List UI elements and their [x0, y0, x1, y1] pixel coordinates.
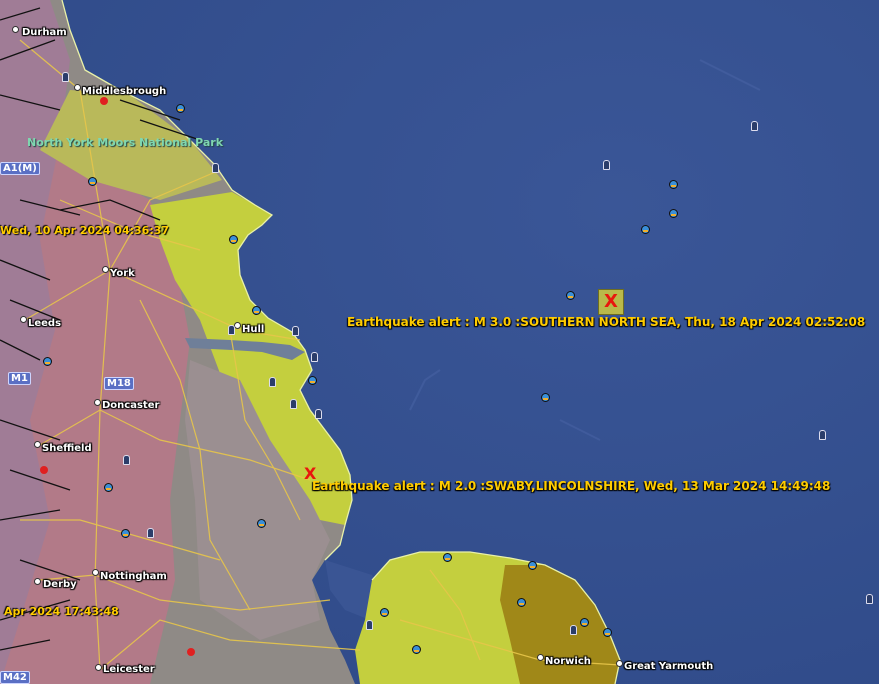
- buoy-icon[interactable]: [290, 399, 297, 409]
- town-label-hull[interactable]: Hull: [242, 324, 264, 335]
- town-label-great-yarmouth[interactable]: Great Yarmouth: [624, 661, 713, 672]
- town-marker[interactable]: [95, 664, 102, 671]
- event-timestamp-label[interactable]: Apr 2024 17:43:48: [4, 605, 119, 618]
- road-shield-m1[interactable]: M1: [8, 372, 31, 385]
- seismic-station-icon[interactable]: [528, 561, 537, 570]
- buoy-icon[interactable]: [866, 594, 873, 604]
- location-pin-icon[interactable]: [100, 97, 108, 105]
- town-marker[interactable]: [94, 399, 101, 406]
- town-marker[interactable]: [20, 316, 27, 323]
- seismic-station-icon[interactable]: [580, 618, 589, 627]
- earthquake-alert-label[interactable]: Earthquake alert : M 3.0 :SOUTHERN NORTH…: [347, 315, 865, 329]
- earthquake-alert-label[interactable]: Earthquake alert : M 2.0 :SWABY,LINCOLNS…: [312, 479, 830, 493]
- seismic-station-icon[interactable]: [257, 519, 266, 528]
- seismic-station-icon[interactable]: [412, 645, 421, 654]
- buoy-icon[interactable]: [311, 352, 318, 362]
- town-marker[interactable]: [234, 322, 241, 329]
- buoy-icon[interactable]: [751, 121, 758, 131]
- national-park-label[interactable]: North York Moors National Park: [27, 136, 223, 149]
- town-label-doncaster[interactable]: Doncaster: [102, 400, 159, 411]
- event-timestamp-label[interactable]: Wed, 10 Apr 2024 04:36:37: [0, 224, 169, 237]
- road-shield-m18[interactable]: M18: [104, 377, 134, 390]
- town-label-durham[interactable]: Durham: [22, 27, 67, 38]
- town-label-middlesbrough[interactable]: Middlesbrough: [82, 86, 166, 97]
- town-label-leicester[interactable]: Leicester: [103, 664, 155, 675]
- buoy-icon[interactable]: [570, 625, 577, 635]
- town-label-nottingham[interactable]: Nottingham: [100, 571, 167, 582]
- location-pin-icon[interactable]: [187, 648, 195, 656]
- seismic-station-icon[interactable]: [229, 235, 238, 244]
- seismic-station-icon[interactable]: [566, 291, 575, 300]
- town-marker[interactable]: [34, 441, 41, 448]
- seismic-station-icon[interactable]: [176, 104, 185, 113]
- buoy-icon[interactable]: [123, 455, 130, 465]
- seismic-station-icon[interactable]: [252, 306, 261, 315]
- buoy-icon[interactable]: [819, 430, 826, 440]
- town-marker[interactable]: [74, 84, 81, 91]
- seismic-station-icon[interactable]: [641, 225, 650, 234]
- buoy-icon[interactable]: [603, 160, 610, 170]
- seismic-station-icon[interactable]: [517, 598, 526, 607]
- town-marker[interactable]: [34, 578, 41, 585]
- buoy-icon[interactable]: [292, 326, 299, 336]
- buoy-icon[interactable]: [147, 528, 154, 538]
- town-label-york[interactable]: York: [110, 268, 135, 279]
- seismic-station-icon[interactable]: [541, 393, 550, 402]
- town-marker[interactable]: [92, 569, 99, 576]
- earthquake-marker-icon[interactable]: X: [604, 293, 618, 311]
- town-label-leeds[interactable]: Leeds: [28, 318, 61, 329]
- seismic-station-icon[interactable]: [88, 177, 97, 186]
- town-label-sheffield[interactable]: Sheffield: [42, 443, 92, 454]
- seismic-station-icon[interactable]: [121, 529, 130, 538]
- buoy-icon[interactable]: [315, 409, 322, 419]
- seismic-station-icon[interactable]: [380, 608, 389, 617]
- road-shield-a1m[interactable]: A1(M): [0, 162, 40, 175]
- road-shield-m42[interactable]: M42: [0, 671, 30, 684]
- location-pin-icon[interactable]: [40, 466, 48, 474]
- town-label-norwich[interactable]: Norwich: [545, 656, 591, 667]
- town-marker[interactable]: [537, 654, 544, 661]
- seismic-station-icon[interactable]: [443, 553, 452, 562]
- seismic-station-icon[interactable]: [43, 357, 52, 366]
- buoy-icon[interactable]: [212, 163, 219, 173]
- buoy-icon[interactable]: [366, 620, 373, 630]
- seismic-station-icon[interactable]: [603, 628, 612, 637]
- town-marker[interactable]: [616, 660, 623, 667]
- seismic-station-icon[interactable]: [104, 483, 113, 492]
- buoy-icon[interactable]: [62, 72, 69, 82]
- town-marker[interactable]: [12, 26, 19, 33]
- town-marker[interactable]: [102, 266, 109, 273]
- seismic-station-icon[interactable]: [669, 209, 678, 218]
- buoy-icon[interactable]: [269, 377, 276, 387]
- buoy-icon[interactable]: [228, 325, 235, 335]
- town-label-derby[interactable]: Derby: [43, 579, 77, 590]
- seismic-station-icon[interactable]: [308, 376, 317, 385]
- seismic-station-icon[interactable]: [669, 180, 678, 189]
